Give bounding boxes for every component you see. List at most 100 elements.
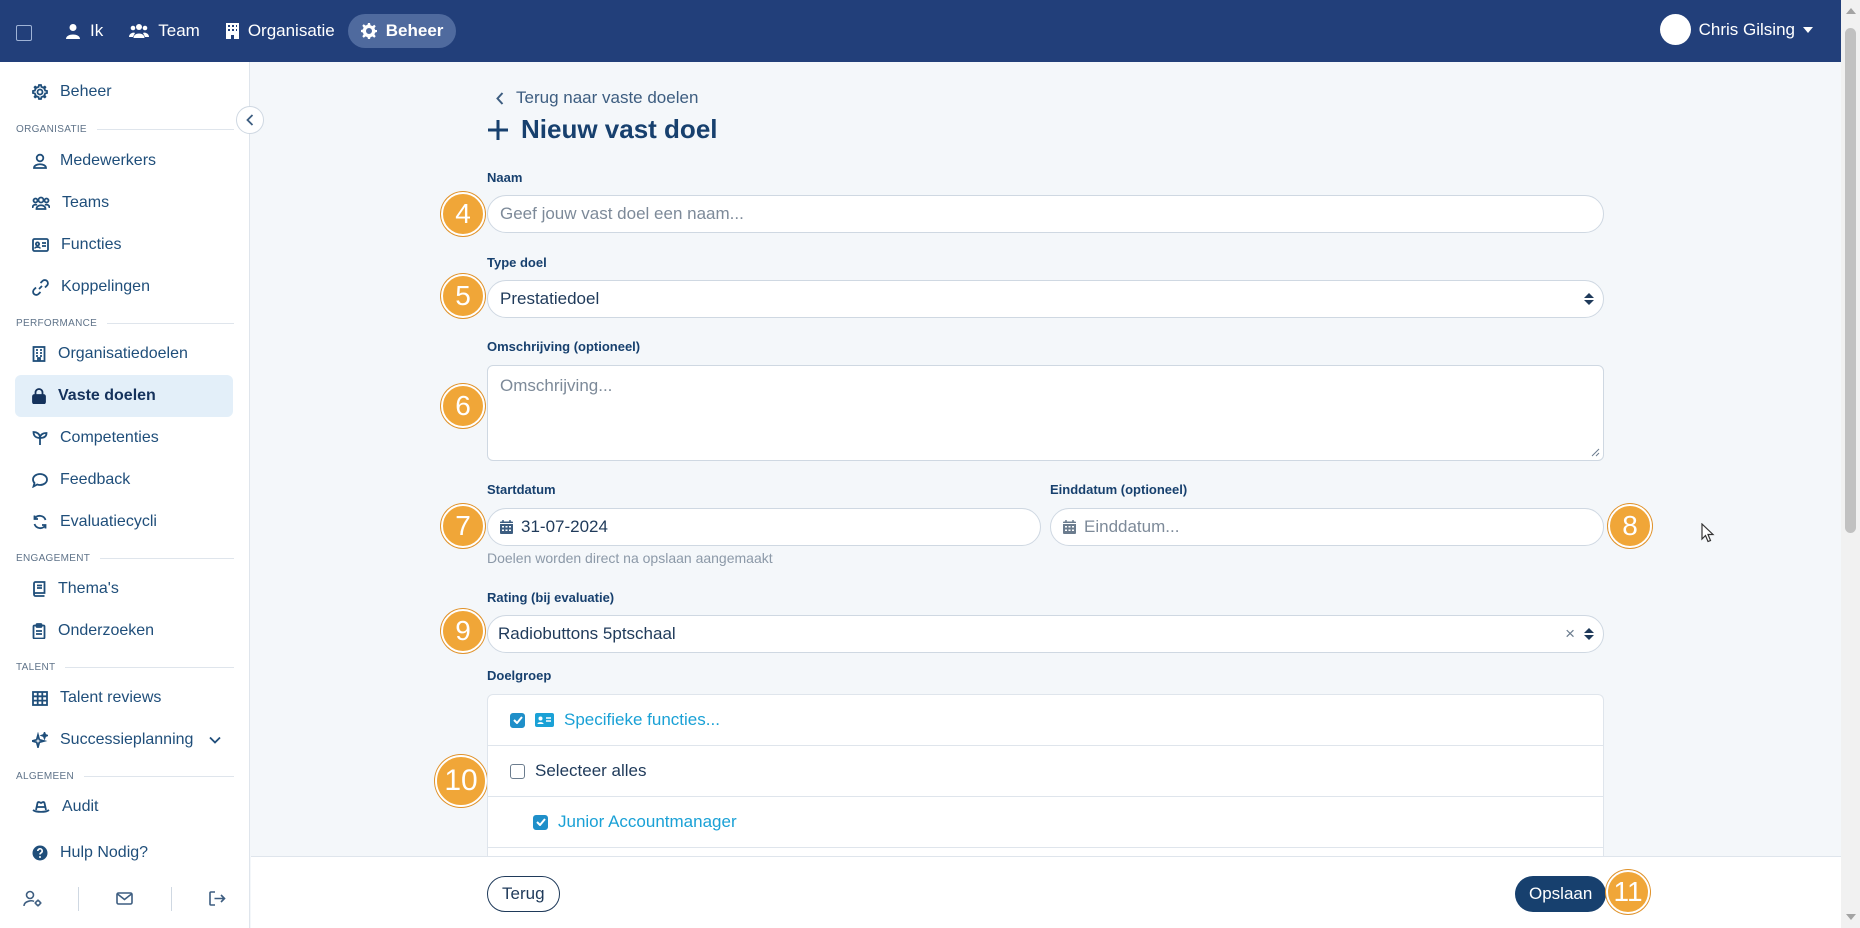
step-marker-5: 5: [441, 274, 485, 318]
nav-item-label: Team: [158, 21, 200, 40]
naam-label: Naam: [487, 170, 523, 185]
sidebar-item-themas[interactable]: Thema's: [15, 568, 233, 610]
building-icon: [32, 346, 46, 362]
sidebar-item-label: Beheer: [60, 83, 112, 100]
sparkles-icon: [32, 732, 48, 748]
sidebar-item-evaluatiecycli[interactable]: Evaluatiecycli: [15, 501, 233, 543]
sidebar-item-label: Evaluatiecycli: [60, 513, 157, 530]
clear-selection-button[interactable]: ×: [1565, 624, 1575, 644]
nav-item-label: Organisatie: [247, 21, 335, 40]
sidebar-item-functies[interactable]: Functies: [15, 224, 233, 266]
section-heading-label: PERFORMANCE: [16, 318, 98, 329]
back-button[interactable]: Terug: [487, 876, 560, 912]
step-marker-6: 6: [441, 384, 485, 428]
omschrijving-textarea[interactable]: Omschrijving...: [487, 365, 1604, 461]
sidebar-item-talent-reviews[interactable]: Talent reviews: [15, 677, 233, 719]
list-item-label[interactable]: Specifieke functies...: [564, 710, 720, 730]
plus-icon: [488, 119, 508, 140]
select-arrows-icon: [1584, 628, 1594, 640]
sidebar-item-onderzoeken[interactable]: Onderzoeken: [15, 610, 233, 652]
page-title-text: Nieuw vast doel: [521, 114, 718, 144]
scrollbar-thumb[interactable]: [1845, 28, 1856, 533]
section-heading-label: ALGEMEEN: [16, 771, 74, 782]
link-icon: [32, 278, 49, 296]
user-name: Chris Gilsing: [1698, 19, 1795, 39]
sidebar-item-teams[interactable]: Teams: [15, 182, 233, 224]
grid-icon: [32, 690, 48, 706]
type-doel-select[interactable]: Prestatiedoel: [487, 280, 1604, 318]
sidebar-item-successieplanning[interactable]: Successieplanning: [15, 719, 233, 761]
sidebar-collapse-button[interactable]: [236, 106, 264, 134]
user-icon: [66, 24, 80, 39]
sidebar-item-medewerkers[interactable]: Medewerkers: [15, 140, 233, 182]
select-arrows-icon: [1584, 293, 1594, 305]
calendar-icon: [1063, 520, 1076, 534]
sidebar-item-label: Talent reviews: [60, 689, 162, 706]
calendar-icon: [500, 520, 513, 534]
scroll-down-arrow-icon[interactable]: [1846, 914, 1856, 920]
user-menu[interactable]: Chris Gilsing: [1659, 14, 1813, 45]
list-item-label[interactable]: Junior Accountmanager: [558, 812, 737, 832]
sidebar-item-feedback[interactable]: Feedback: [15, 459, 233, 501]
logo-image[interactable]: [16, 25, 32, 41]
scroll-up-arrow-icon[interactable]: [1846, 8, 1856, 14]
check-icon: [512, 716, 523, 724]
step-marker-8: 8: [1608, 504, 1652, 548]
checkbox-junior-accountmanager[interactable]: [533, 814, 548, 830]
sidebar-item-koppelingen[interactable]: Koppelingen: [15, 266, 233, 308]
resize-handle-icon: [1591, 448, 1600, 457]
detective-hat-icon: [32, 801, 50, 813]
chat-bubble-icon: [32, 473, 48, 488]
top-navigation: Ik Team Organisatie Beheer Chris Gilsing: [0, 0, 1841, 62]
back-to-fixed-goals-link[interactable]: Terug naar vaste doelen: [496, 88, 698, 108]
sidebar-item-label: Organisatiedoelen: [58, 345, 188, 362]
page-scrollbar[interactable]: [1841, 0, 1860, 928]
list-item-label: Selecteer alles: [535, 761, 647, 780]
einddatum-input[interactable]: Einddatum...: [1050, 508, 1604, 546]
nav-item-organisatie[interactable]: Organisatie: [213, 14, 348, 48]
sidebar-item-label: Medewerkers: [60, 152, 157, 169]
checkbox-selecteer-alles[interactable]: [510, 763, 525, 779]
startdatum-input[interactable]: 31-07-2024: [487, 508, 1041, 546]
list-item[interactable]: Selecteer alles: [488, 746, 1603, 797]
user-icon: [33, 153, 47, 169]
nav-item-beheer[interactable]: Beheer: [347, 14, 457, 48]
users-icon: [32, 196, 50, 210]
list-item[interactable]: Specifieke functies...: [488, 695, 1603, 746]
building-icon: [225, 23, 239, 39]
save-button[interactable]: Opslaan: [1515, 876, 1607, 912]
question-circle-icon: [32, 845, 48, 861]
sidebar-item-organisatiedoelen[interactable]: Organisatiedoelen: [15, 333, 233, 375]
step-marker-4: 4: [441, 192, 485, 236]
messages-button[interactable]: [105, 884, 145, 914]
checkbox-specifieke-functies[interactable]: [510, 712, 525, 728]
sidebar-item-audit[interactable]: Audit: [15, 786, 233, 828]
rating-select[interactable]: Radiobuttons 5ptschaal ×: [487, 615, 1604, 653]
section-heading-label: ORGANISATIE: [16, 124, 87, 135]
doelgroep-label: Doelgroep: [487, 668, 552, 683]
divider: [170, 886, 172, 911]
caret-down-icon: [1803, 26, 1813, 33]
nav-item-team[interactable]: Team: [116, 14, 213, 48]
gear-icon: [360, 23, 377, 39]
section-heading-engagement: ENGAGEMENT: [16, 553, 234, 564]
sidebar-item-beheer[interactable]: Beheer: [15, 71, 233, 113]
naam-input[interactable]: Geef jouw vast doel een naam...: [487, 195, 1604, 233]
logout-button[interactable]: [197, 884, 237, 914]
doelgroep-list: Specifieke functies... Selecteer alles J…: [487, 694, 1604, 856]
back-link-label: Terug naar vaste doelen: [516, 88, 699, 107]
form-footer: Terug Opslaan 11: [251, 856, 1841, 928]
nav-item-ik[interactable]: Ik: [52, 14, 116, 48]
id-card-icon: [535, 713, 554, 727]
sidebar-item-label: Vaste doelen: [58, 387, 156, 404]
sidebar-item-vaste-doelen[interactable]: Vaste doelen: [15, 375, 233, 417]
sidebar-footer: [0, 868, 250, 928]
sidebar-item-label: Koppelingen: [61, 278, 150, 295]
user-settings-button[interactable]: [13, 884, 53, 914]
sidebar-item-competenties[interactable]: Competenties: [15, 417, 233, 459]
omschrijving-placeholder: Omschrijving...: [500, 376, 613, 395]
sidebar-item-label: Competenties: [60, 429, 159, 446]
list-item[interactable]: Junior Accountmanager: [488, 797, 1603, 848]
lock-icon: [32, 388, 46, 404]
sidebar: Beheer ORGANISATIE Medewerkers Teams Fun…: [0, 62, 250, 928]
